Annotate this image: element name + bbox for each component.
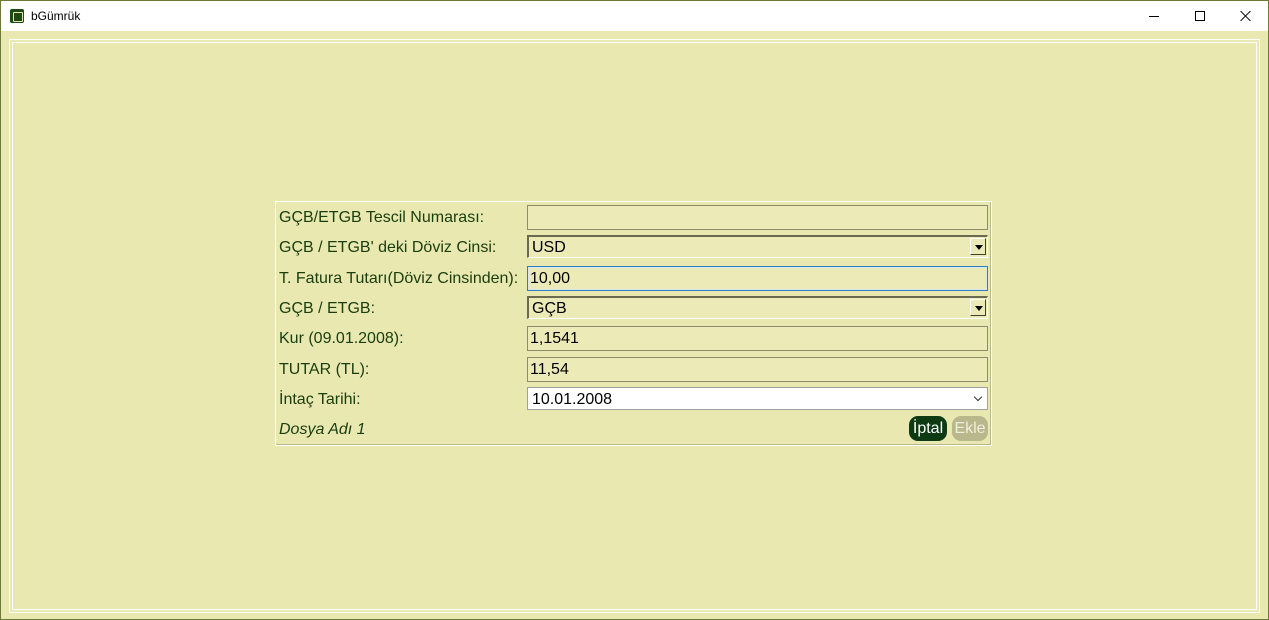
file-name-label: Dosya Adı 1 <box>279 421 366 438</box>
close-icon <box>1240 10 1252 22</box>
minimize-icon <box>1149 15 1159 17</box>
maximize-icon <box>1195 11 1205 21</box>
registration-number-input[interactable] <box>527 205 988 230</box>
form-row-amount-tl: TUTAR (TL): 11,54 <box>276 354 991 384</box>
form-row-declaration-type: GÇB / ETGB: GÇB <box>276 293 991 323</box>
invoice-amount-label: T. Fatura Tutarı(Döviz Cinsinden): <box>279 270 519 287</box>
chevron-down-icon[interactable] <box>973 391 983 405</box>
invoice-amount-input[interactable]: 10,00 <box>527 266 988 291</box>
minimize-button[interactable] <box>1131 1 1177 31</box>
amount-tl-input[interactable]: 11,54 <box>527 357 988 382</box>
completion-date-value: 10.01.2008 <box>532 391 613 408</box>
form-footer: Dosya Adı 1 İptal Ekle <box>276 414 991 444</box>
client-area: GÇB/ETGB Tescil Numarası: GÇB / ETGB' de… <box>1 31 1268 619</box>
declaration-type-select[interactable]: GÇB <box>527 296 988 319</box>
form-row-registration-number: GÇB/ETGB Tescil Numarası: <box>276 202 991 232</box>
dropdown-arrow-icon[interactable] <box>970 299 986 316</box>
completion-date-picker[interactable]: 10.01.2008 <box>527 387 988 410</box>
maximize-button[interactable] <box>1177 1 1223 31</box>
exchange-rate-label: Kur (09.01.2008): <box>279 330 404 347</box>
dropdown-arrow-icon[interactable] <box>970 238 986 255</box>
amount-tl-label: TUTAR (TL): <box>279 361 370 378</box>
exchange-rate-input[interactable]: 1,1541 <box>527 326 988 351</box>
cancel-button[interactable]: İptal <box>909 416 947 441</box>
form-row-completion-date: İntaç Tarihi: 10.01.2008 <box>276 384 991 414</box>
form-row-invoice-amount: T. Fatura Tutarı(Döviz Cinsinden): 10,00 <box>276 263 991 293</box>
close-button[interactable] <box>1223 1 1269 31</box>
form-row-exchange-rate: Kur (09.01.2008): 1,1541 <box>276 323 991 353</box>
window-title: bGümrük <box>31 9 81 23</box>
export-declaration-form: GÇB/ETGB Tescil Numarası: GÇB / ETGB' de… <box>275 201 992 446</box>
declaration-type-label: GÇB / ETGB: <box>279 300 376 317</box>
declaration-type-select-value: GÇB <box>532 300 567 317</box>
add-button[interactable]: Ekle <box>952 416 988 441</box>
title-bar[interactable]: bGümrük <box>1 1 1268 31</box>
registration-number-label: GÇB/ETGB Tescil Numarası: <box>279 209 485 226</box>
app-window: bGümrük GÇB/ETGB Tescil Numarası: GÇB / … <box>0 0 1269 620</box>
app-logo-icon <box>10 9 24 23</box>
form-row-currency: GÇB / ETGB' deki Döviz Cinsi: USD <box>276 232 991 262</box>
currency-label: GÇB / ETGB' deki Döviz Cinsi: <box>279 239 497 256</box>
completion-date-label: İntaç Tarihi: <box>279 391 361 408</box>
currency-select-value: USD <box>532 239 566 256</box>
currency-select[interactable]: USD <box>527 235 988 258</box>
